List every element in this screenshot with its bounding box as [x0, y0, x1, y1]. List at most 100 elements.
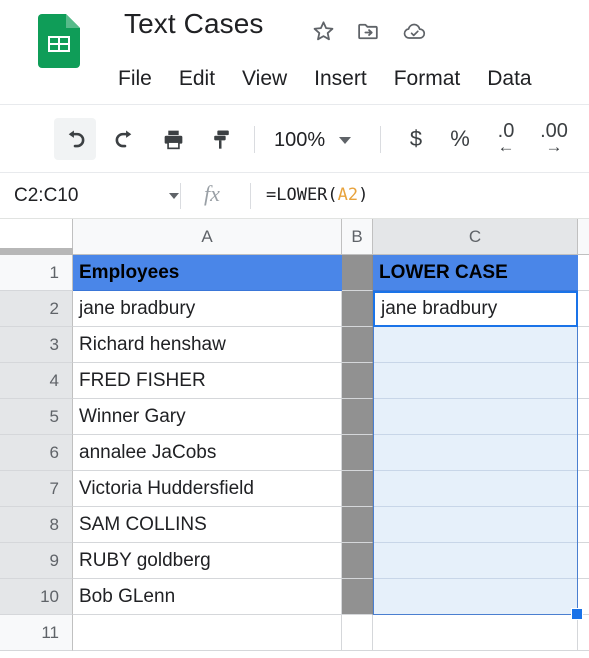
cell-c4[interactable]: [373, 363, 578, 399]
cell-a4[interactable]: FRED FISHER: [73, 363, 342, 399]
cell-a6[interactable]: annalee JaCobs: [73, 435, 342, 471]
menu-item-format[interactable]: Format: [394, 67, 461, 91]
column-header-a[interactable]: A: [73, 219, 342, 255]
cell-b3[interactable]: [342, 327, 373, 363]
cell-b10[interactable]: [342, 579, 373, 615]
row-header-9[interactable]: 9: [0, 543, 73, 579]
fx-icon: fx: [204, 181, 220, 206]
cell-b7[interactable]: [342, 471, 373, 507]
cell-d3[interactable]: [578, 327, 589, 363]
corner-bar: [0, 248, 73, 255]
cell-a7[interactable]: Victoria Huddersfield: [73, 471, 342, 507]
cell-b8[interactable]: [342, 507, 373, 543]
cell-d9[interactable]: [578, 543, 589, 579]
move-to-folder-icon[interactable]: [355, 18, 381, 44]
cell-a11[interactable]: [73, 615, 342, 651]
cell-d1[interactable]: [578, 255, 589, 291]
toolbar-separator: [254, 126, 255, 153]
row-header-4[interactable]: 4: [0, 363, 73, 399]
cell-d8[interactable]: [578, 507, 589, 543]
menu-bar: File Edit View Insert Format Data: [0, 58, 589, 100]
cell-b5[interactable]: [342, 399, 373, 435]
cell-c10[interactable]: [373, 579, 578, 615]
menu-item-view[interactable]: View: [242, 67, 287, 91]
toolbar-separator-2: [380, 126, 381, 153]
decrease-decimal-button[interactable]: .0 ←: [484, 118, 528, 164]
cell-c3[interactable]: [373, 327, 578, 363]
cell-b6[interactable]: [342, 435, 373, 471]
cell-a10[interactable]: Bob GLenn: [73, 579, 342, 615]
redo-button[interactable]: [104, 118, 146, 160]
cell-a3[interactable]: Richard henshaw: [73, 327, 342, 363]
row-header-label: 1: [49, 262, 59, 282]
cell-c7[interactable]: [373, 471, 578, 507]
fill-handle[interactable]: [571, 608, 583, 620]
undo-button[interactable]: [54, 118, 96, 160]
row-header-label: 2: [49, 298, 59, 318]
name-box[interactable]: C2:C10: [14, 182, 179, 210]
active-cell-c2[interactable]: jane bradbury: [373, 291, 578, 327]
cell-d5[interactable]: [578, 399, 589, 435]
currency-format-button[interactable]: $: [398, 118, 434, 160]
row-header-3[interactable]: 3: [0, 327, 73, 363]
chevron-down-icon: [169, 193, 179, 199]
row-header-11[interactable]: 11: [0, 615, 73, 651]
cell-a5[interactable]: Winner Gary: [73, 399, 342, 435]
row-header-6[interactable]: 6: [0, 435, 73, 471]
row-header-8[interactable]: 8: [0, 507, 73, 543]
cell-c6[interactable]: [373, 435, 578, 471]
row-header-label: 8: [49, 514, 59, 534]
cell-a1-header[interactable]: Employees: [73, 255, 342, 291]
column-header-b[interactable]: B: [342, 219, 373, 255]
cell-b4[interactable]: [342, 363, 373, 399]
document-title[interactable]: Text Cases: [124, 8, 264, 40]
increase-decimal-button[interactable]: .00 →: [532, 118, 576, 164]
spreadsheet-grid: A B C 1 Employees LOWER CASE 2 jane bradbury…: [0, 219, 589, 658]
menu-item-edit[interactable]: Edit: [179, 67, 215, 91]
cell-a2[interactable]: jane bradbury: [73, 291, 342, 327]
menu-item-file[interactable]: File: [118, 67, 152, 91]
row-header-5[interactable]: 5: [0, 399, 73, 435]
menu-item-insert[interactable]: Insert: [314, 67, 367, 91]
star-icon[interactable]: [310, 18, 336, 44]
row-header-label: 10: [40, 586, 59, 606]
chevron-down-icon: [339, 136, 352, 144]
menu-item-data[interactable]: Data: [487, 67, 531, 91]
cell-b2[interactable]: [342, 291, 373, 327]
column-header-row: A B C: [0, 219, 589, 255]
paint-format-button[interactable]: [200, 118, 242, 160]
row-header-label: 3: [49, 334, 59, 354]
cell-a8[interactable]: SAM COLLINS: [73, 507, 342, 543]
cell-d2[interactable]: [578, 291, 589, 327]
cell-d11[interactable]: [578, 615, 589, 651]
row-header-label: 4: [49, 370, 59, 390]
row-header-2[interactable]: 2: [0, 291, 73, 327]
cell-c1-header[interactable]: LOWER CASE: [373, 255, 578, 291]
formula-prefix: =LOWER(: [266, 185, 338, 205]
select-all-corner[interactable]: [0, 219, 73, 255]
cell-d4[interactable]: [578, 363, 589, 399]
title-bar: Text Cases File Edit View Insert Format …: [0, 0, 589, 105]
cell-d6[interactable]: [578, 435, 589, 471]
row-header-7[interactable]: 7: [0, 471, 73, 507]
cell-b9[interactable]: [342, 543, 373, 579]
row-header-10[interactable]: 10: [0, 579, 73, 615]
cell-c11[interactable]: [373, 615, 578, 651]
cell-b1[interactable]: [342, 255, 373, 291]
row-header-1[interactable]: 1: [0, 255, 73, 291]
cloud-saved-icon[interactable]: [402, 18, 428, 44]
cell-c5[interactable]: [373, 399, 578, 435]
cell-a9[interactable]: RUBY goldberg: [73, 543, 342, 579]
cell-c9[interactable]: [373, 543, 578, 579]
print-button[interactable]: [152, 118, 194, 160]
cell-c8[interactable]: [373, 507, 578, 543]
column-header-c[interactable]: C: [373, 219, 578, 255]
cell-b11[interactable]: [342, 615, 373, 651]
formula-input[interactable]: =LOWER(A2): [266, 180, 576, 210]
zoom-control[interactable]: 100%: [274, 126, 352, 154]
row-header-label: 5: [49, 406, 59, 426]
arrow-left-icon: ←: [497, 137, 515, 156]
column-header-d[interactable]: [578, 219, 589, 255]
percent-format-button[interactable]: %: [442, 118, 478, 160]
cell-d7[interactable]: [578, 471, 589, 507]
